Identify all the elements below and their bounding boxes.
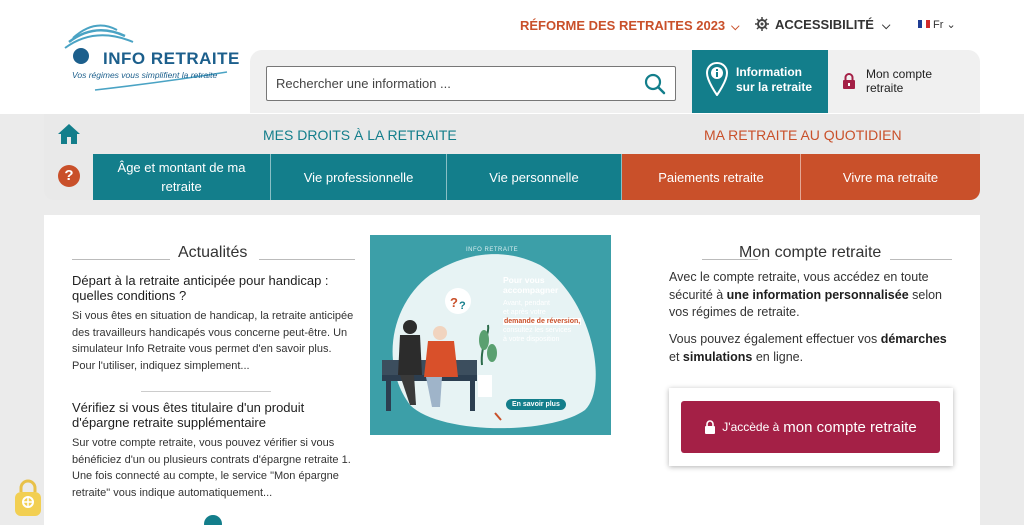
accessibility-menu[interactable]: ACCESSIBILITÉ ⌵ xyxy=(755,17,890,33)
article-title[interactable]: Départ à la retraite anticipée pour hand… xyxy=(72,273,352,303)
cta-small-text: J'accède à xyxy=(722,420,780,434)
logo-name: INFO RETRAITE xyxy=(103,49,240,68)
account-services-paragraph: Vous pouvez également effectuer vos déma… xyxy=(669,331,953,366)
chevron-down-icon: ⌄ xyxy=(946,19,956,31)
main-content: Actualités Départ à la retraite anticipé… xyxy=(44,215,980,525)
access-account-button[interactable]: J'accède à mon compte retraite xyxy=(681,401,940,453)
info-pin-icon xyxy=(706,62,728,96)
chevron-down-icon: ⌵ xyxy=(881,20,891,32)
search-input[interactable] xyxy=(267,67,637,100)
news-heading: Actualités xyxy=(178,244,248,261)
account-link-text: Mon compte retraite xyxy=(866,67,932,95)
lock-icon xyxy=(843,73,855,89)
search-band: Information sur la retraite Mon compte r… xyxy=(250,50,980,113)
nav-section-row: MES DROITS À LA RETRAITE MA RETRAITE AU … xyxy=(44,114,980,154)
language-label: Fr xyxy=(933,19,944,31)
help-icon[interactable]: ? xyxy=(58,165,80,187)
svg-text:?: ? xyxy=(450,295,458,310)
info-retraite-button[interactable]: Information sur la retraite xyxy=(692,50,828,113)
article-separator xyxy=(141,391,271,392)
promo-body-line3: consultez les services xyxy=(503,327,572,334)
heading-rule xyxy=(72,259,170,260)
account-heading: Mon compte retraite xyxy=(739,244,882,261)
account-services-bold-1: démarches xyxy=(880,332,947,346)
article-excerpt: Sur votre compte retraite, vous pouvez v… xyxy=(72,437,351,499)
heading-rule xyxy=(890,259,952,260)
french-flag-icon xyxy=(918,20,930,28)
info-button-text: Information sur la retraite xyxy=(736,65,812,95)
more-news-icon[interactable] xyxy=(204,515,222,525)
chevron-down-icon: ⌵ xyxy=(731,21,740,33)
nav-tabs-row: Âge et montant de ma retraite Vie profes… xyxy=(93,154,980,200)
tab-age-montant[interactable]: Âge et montant de ma retraite xyxy=(93,154,271,200)
reversion-promo-banner[interactable]: ? ? INFO RETRAITE Pour vous accompagner … xyxy=(370,235,611,435)
promo-body-line1: Avant, pendant xyxy=(503,300,550,307)
lock-icon xyxy=(705,420,716,434)
account-intro-bold: une information personnalisée xyxy=(726,287,909,302)
logo-tagline: Vos régimes vous simplifient la retraite xyxy=(72,70,218,80)
search-box xyxy=(266,66,676,101)
language-selector[interactable]: Fr ⌄ xyxy=(918,18,956,31)
tab-label: Paiements retraite xyxy=(658,169,764,185)
tab-vivre-ma-retraite[interactable]: Vivre ma retraite xyxy=(801,154,980,200)
promo-label: INFO RETRAITE xyxy=(466,247,519,253)
promo-body-line2: et après votre xyxy=(503,309,546,316)
account-link-line1: Mon compte xyxy=(866,67,933,81)
tab-label: Âge et montant de ma retraite xyxy=(117,160,246,194)
heading-rule xyxy=(259,259,355,260)
account-services-end: en ligne. xyxy=(752,349,804,364)
floating-accessibility-widget-icon[interactable] xyxy=(12,478,44,518)
tab-vie-personnelle[interactable]: Vie personnelle xyxy=(447,154,622,200)
search-icon[interactable] xyxy=(644,73,666,95)
account-services-text: Vous pouvez également effectuer vos xyxy=(669,332,881,346)
promo-title-line2: accompagner xyxy=(503,285,559,295)
accessibility-gear-icon xyxy=(755,17,769,31)
home-icon[interactable] xyxy=(57,123,81,145)
promo-highlight: demande de réversion, xyxy=(503,318,582,325)
promo-more-button[interactable]: En savoir plus xyxy=(506,399,566,410)
cta-big-text: mon compte retraite xyxy=(783,418,917,436)
account-intro-paragraph: Avec le compte retraite, vous accédez en… xyxy=(669,269,953,322)
account-services-bold-2: simulations xyxy=(682,349,753,364)
account-link-line2: retraite xyxy=(866,81,904,95)
site-header: INFO RETRAITE Vos régimes vous simplifie… xyxy=(0,0,1024,114)
section-mes-droits[interactable]: MES DROITS À LA RETRAITE xyxy=(263,127,457,143)
info-button-line2: sur la retraite xyxy=(736,80,813,94)
tab-label: Vivre ma retraite xyxy=(842,169,939,185)
main-navigation: MES DROITS À LA RETRAITE MA RETRAITE AU … xyxy=(44,114,980,200)
promo-title-line1: Pour vous xyxy=(503,275,545,285)
reform-2023-link[interactable]: RÉFORME DES RETRAITES 2023 ⌵ xyxy=(520,18,740,34)
article-title[interactable]: Vérifiez si vous êtes titulaire d'un pro… xyxy=(72,400,352,430)
accessibility-label: ACCESSIBILITÉ xyxy=(775,17,874,32)
promo-body: Avant, pendant et après votre demande de… xyxy=(503,299,582,344)
top-utility-nav: RÉFORME DES RETRAITES 2023 ⌵ ACCESSIBILIT… xyxy=(0,17,1024,35)
reform-2023-label: RÉFORME DES RETRAITES 2023 xyxy=(520,18,726,33)
account-services-and: et xyxy=(669,349,683,364)
promo-body-line4: à votre disposition xyxy=(503,336,560,343)
tab-label: Vie professionnelle xyxy=(303,169,414,185)
section-ma-retraite-quotidien[interactable]: MA RETRAITE AU QUOTIDIEN xyxy=(704,127,902,143)
tab-vie-professionnelle[interactable]: Vie professionnelle xyxy=(271,154,447,200)
account-cta-card: J'accède à mon compte retraite xyxy=(669,388,953,466)
tab-label: Vie personnelle xyxy=(489,169,579,185)
info-button-line1: Information xyxy=(736,65,802,79)
svg-text:?: ? xyxy=(459,300,466,312)
promo-title: Pour vous accompagner xyxy=(503,275,558,295)
tab-paiements-retraite[interactable]: Paiements retraite xyxy=(622,154,801,200)
nav-icon-column: ? xyxy=(44,114,93,200)
article-excerpt: Si vous êtes en situation de handicap, l… xyxy=(72,310,354,372)
